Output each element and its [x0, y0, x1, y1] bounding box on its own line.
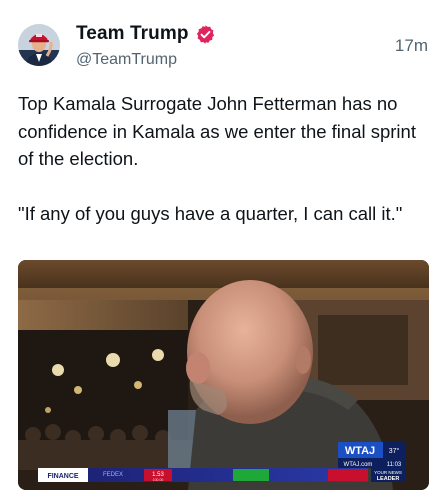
news-tag-line: LEADER	[377, 476, 400, 482]
ticker-label: FINANCE	[47, 473, 78, 480]
weather-temp: 37°	[389, 447, 400, 455]
ticker-sub-value: 100.00	[153, 478, 164, 482]
station-website: WTAJ.com	[344, 462, 373, 468]
verified-badge-icon	[195, 24, 216, 45]
avatar-image	[18, 24, 60, 66]
station-logo: WTAJ	[345, 445, 375, 457]
post-text: Top Kamala Surrogate John Fetterman has …	[18, 90, 428, 227]
post-text-paragraph: Top Kamala Surrogate John Fetterman has …	[18, 93, 422, 169]
post-text-paragraph: "If any of you guys have a quarter, I ca…	[18, 202, 403, 224]
post-card[interactable]: Team Trump @TeamTrump 17m Top Kamala Sur…	[0, 0, 446, 500]
author-name-row: Team Trump	[76, 22, 216, 46]
avatar[interactable]	[18, 24, 60, 66]
news-tag-line: YOUR NEWS	[374, 470, 402, 475]
video-frame: WTAJ 37° WTAJ.com 11:03 YOUR NEWS LEADER…	[18, 260, 429, 490]
ticker-symbol: FEDEX	[103, 472, 123, 478]
post-timestamp[interactable]: 17m	[395, 36, 428, 56]
author-display-name[interactable]: Team Trump	[76, 23, 189, 45]
post-media-video[interactable]: WTAJ 37° WTAJ.com 11:03 YOUR NEWS LEADER…	[18, 260, 429, 490]
author-handle[interactable]: @TeamTrump	[76, 51, 177, 69]
broadcast-time: 11:03	[387, 462, 402, 468]
